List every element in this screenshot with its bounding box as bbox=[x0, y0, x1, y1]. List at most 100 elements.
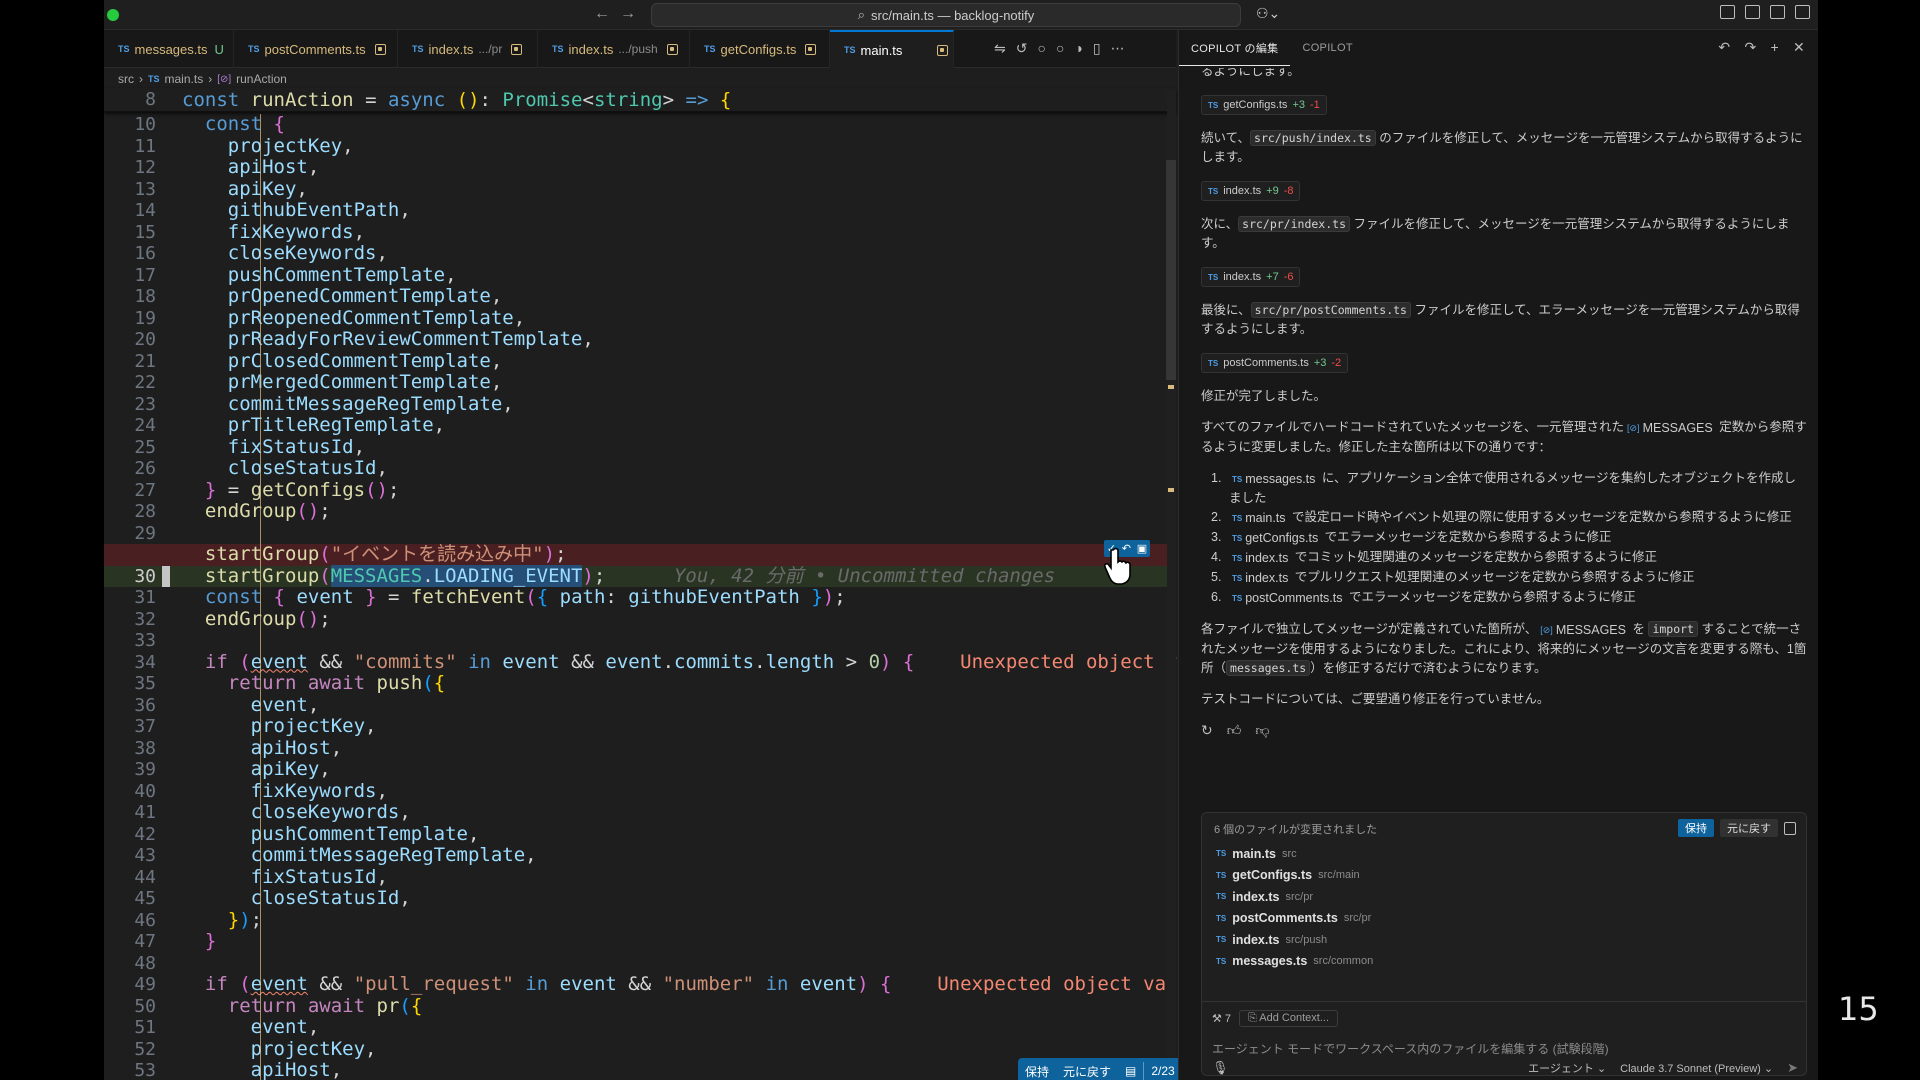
code-line[interactable]: 13 apiKey, bbox=[104, 178, 1176, 200]
code-line[interactable]: 26 closeStatusId, bbox=[104, 457, 1176, 480]
back-arrow-icon[interactable]: ← bbox=[594, 5, 620, 22]
revert-icon[interactable]: ↺ bbox=[1016, 40, 1028, 57]
code-line[interactable]: 21 prClosedCommentTemplate, bbox=[104, 350, 1176, 372]
code-line[interactable]: 24 prTitleRegTemplate, bbox=[104, 414, 1176, 437]
changed-file-item[interactable]: TS getConfigs.ts src/main bbox=[1216, 865, 1373, 887]
edited-file-chip[interactable]: TS postComments.ts +3 -2 bbox=[1201, 353, 1349, 373]
modified-dot-icon[interactable] bbox=[666, 43, 678, 55]
code-line[interactable]: 53 apiHost, bbox=[104, 1059, 1176, 1080]
code-line[interactable]: 28 endGroup(); bbox=[104, 500, 1176, 523]
model-picker[interactable]: Claude 3.7 Sonnet (Preview) ⌄ bbox=[1620, 1062, 1773, 1075]
code-line[interactable]: 17 pushCommentTemplate, bbox=[104, 264, 1176, 286]
modified-dot-icon[interactable] bbox=[937, 44, 949, 56]
next-change-icon[interactable]: ○ bbox=[1056, 40, 1064, 57]
breadcrumb-file[interactable]: main.ts bbox=[165, 72, 204, 86]
code-line[interactable]: 42 pushCommentTemplate, bbox=[104, 823, 1176, 845]
redo-icon[interactable]: ↷ bbox=[1744, 39, 1756, 56]
code-line[interactable]: 41 closeKeywords, bbox=[104, 801, 1176, 824]
edited-file-chip[interactable]: TS index.ts +9 -8 bbox=[1201, 181, 1301, 201]
file-reference[interactable]: TS messages.ts bbox=[1229, 470, 1318, 489]
tools-button[interactable]: ⚒ 7 bbox=[1212, 1012, 1231, 1025]
undo-icon[interactable]: ↶ bbox=[1718, 39, 1730, 56]
code-line[interactable]: 25 fixStatusId, bbox=[104, 436, 1176, 458]
code-line[interactable]: 14 githubEventPath, bbox=[104, 199, 1176, 222]
forward-arrow-icon[interactable]: → bbox=[620, 5, 646, 22]
code-line[interactable]: 38 apiHost, bbox=[104, 737, 1176, 759]
code-line[interactable]: 27 } = getConfigs(); bbox=[104, 479, 1176, 501]
code-line[interactable]: 20 prReadyForReviewCommentTemplate, bbox=[104, 328, 1176, 351]
keep-all-button[interactable]: 保持 bbox=[1678, 819, 1714, 837]
tab-messages-ts[interactable]: TS messages.ts U bbox=[104, 30, 234, 68]
window-zoom-button[interactable] bbox=[107, 9, 119, 21]
code-line[interactable]: 18 prOpenedCommentTemplate, bbox=[104, 285, 1176, 308]
breadcrumb-symbol[interactable]: runAction bbox=[236, 72, 287, 86]
file-reference[interactable]: TS index.ts bbox=[1229, 549, 1291, 568]
mode-picker[interactable]: エージェント ⌄ bbox=[1528, 1060, 1606, 1076]
toggle-primary-sidebar-icon[interactable] bbox=[1745, 5, 1760, 19]
tab-getconfigs-ts[interactable]: TS getConfigs.ts bbox=[690, 30, 830, 68]
code-line[interactable]: 44 fixStatusId, bbox=[104, 866, 1176, 888]
code-line[interactable]: 51 event, bbox=[104, 1016, 1176, 1039]
changed-file-item[interactable]: TS postComments.ts src/pr bbox=[1216, 908, 1373, 930]
changed-file-item[interactable]: TS messages.ts src/common bbox=[1216, 951, 1373, 973]
compare-changes-icon[interactable]: ⇋ bbox=[994, 40, 1006, 57]
open-diff-icon[interactable]: ▣ bbox=[1137, 542, 1147, 555]
changed-file-item[interactable]: TS index.ts src/push bbox=[1216, 929, 1373, 951]
code-line[interactable]: 35 return await push({ bbox=[104, 672, 1176, 695]
thumbs-down-icon[interactable]: 👎︎ bbox=[1255, 721, 1269, 740]
microphone-icon[interactable]: 🎙︎ bbox=[1212, 1060, 1229, 1076]
code-editor[interactable]: 8 const runAction = async (): Promise<str… bbox=[104, 88, 1269, 1080]
modified-dot-icon[interactable] bbox=[511, 43, 523, 55]
code-line[interactable]: 52 projectKey, bbox=[104, 1038, 1176, 1060]
tab-main-ts[interactable]: TS main.ts bbox=[830, 30, 954, 68]
undo-all-button[interactable]: 元に戻す bbox=[1720, 819, 1778, 837]
code-line[interactable]: 10 const { bbox=[104, 113, 1176, 136]
code-line[interactable]: 29 bbox=[104, 522, 1176, 544]
chat-input-box[interactable]: ⚒ 7 ⎘ Add Context... エージェント モードでワークスペース内… bbox=[1201, 1002, 1807, 1076]
code-line[interactable]: 37 projectKey, bbox=[104, 715, 1176, 738]
code-line[interactable]: 15 fixKeywords, bbox=[104, 221, 1176, 243]
previous-change-icon[interactable]: ○ bbox=[1037, 40, 1045, 57]
code-line[interactable]: 22 prMergedCommentTemplate, bbox=[104, 371, 1176, 394]
code-line[interactable]: 49 if (event && "pull_request" in event … bbox=[104, 973, 1269, 996]
code-line[interactable]: 36 event, bbox=[104, 694, 1176, 716]
code-line[interactable]: 34 if (event && "commits" in event && ev… bbox=[104, 651, 1258, 673]
toggle-secondary-sidebar-icon[interactable] bbox=[1795, 5, 1810, 19]
tab-index-ts-pr[interactable]: TS index.ts .../pr bbox=[398, 30, 538, 68]
code-line[interactable]: 23 commitMessageRegTemplate, bbox=[104, 393, 1176, 415]
code-line[interactable]: startGroup("イベントを読み込み中"); bbox=[104, 543, 1176, 566]
chat-input-placeholder[interactable]: エージェント モードでワークスペース内のファイルを編集する (試験段階) bbox=[1212, 1040, 1609, 1057]
split-editor-icon[interactable]: ▯ bbox=[1093, 40, 1101, 57]
command-center-search[interactable]: ⌕ src/main.ts — backlog-notify bbox=[651, 3, 1241, 27]
changed-file-item[interactable]: TS index.ts src/pr bbox=[1216, 886, 1373, 908]
code-line[interactable]: 30 startGroup(MESSAGES.LOADING_EVENT); Y… bbox=[104, 564, 1176, 587]
code-line[interactable]: 16 closeKeywords, bbox=[104, 242, 1176, 265]
file-reference[interactable]: TS postComments.ts bbox=[1229, 589, 1346, 608]
copilot-menu-icon[interactable]: ⚇⌄ bbox=[1256, 5, 1280, 22]
edited-file-chip[interactable]: TS index.ts +7 -6 bbox=[1201, 267, 1301, 287]
tab-postcomments-ts[interactable]: TS postComments.ts bbox=[234, 30, 398, 68]
code-line[interactable]: 47 } bbox=[104, 930, 1176, 953]
retry-icon[interactable]: ↻ bbox=[1201, 721, 1213, 740]
code-line[interactable]: 12 apiHost, bbox=[104, 156, 1176, 179]
new-session-icon[interactable]: + bbox=[1770, 39, 1778, 56]
modified-dot-icon[interactable] bbox=[805, 43, 817, 55]
code-line[interactable]: 32 endGroup(); bbox=[104, 608, 1176, 630]
code-line[interactable]: 39 apiKey, bbox=[104, 758, 1176, 781]
add-context-button[interactable]: ⎘ Add Context... bbox=[1239, 1010, 1339, 1027]
code-line[interactable]: 40 fixKeywords, bbox=[104, 780, 1176, 802]
code-line[interactable]: 46 }); bbox=[104, 909, 1176, 931]
code-line[interactable]: 45 closeStatusId, bbox=[104, 887, 1176, 910]
close-icon[interactable]: ✕ bbox=[1793, 39, 1805, 56]
copilot-icon[interactable]: ◑ bbox=[1074, 40, 1082, 57]
edited-file-chip[interactable]: TS getConfigs.ts +3 -1 bbox=[1201, 95, 1327, 115]
send-icon[interactable]: ➤ bbox=[1787, 1060, 1798, 1076]
code-line[interactable]: 43 commitMessageRegTemplate, bbox=[104, 844, 1176, 867]
sticky-scroll-line[interactable]: 8 const runAction = async (): Promise<str… bbox=[104, 88, 1176, 112]
open-diff-icon[interactable]: ▤ bbox=[1118, 1064, 1143, 1078]
code-line[interactable]: 48 bbox=[104, 952, 1176, 974]
code-line[interactable]: 50 return await pr({ bbox=[104, 995, 1176, 1017]
customize-layout-icon[interactable] bbox=[1720, 5, 1735, 19]
file-reference[interactable]: TS getConfigs.ts bbox=[1229, 529, 1321, 548]
modified-dot-icon[interactable] bbox=[374, 43, 386, 55]
